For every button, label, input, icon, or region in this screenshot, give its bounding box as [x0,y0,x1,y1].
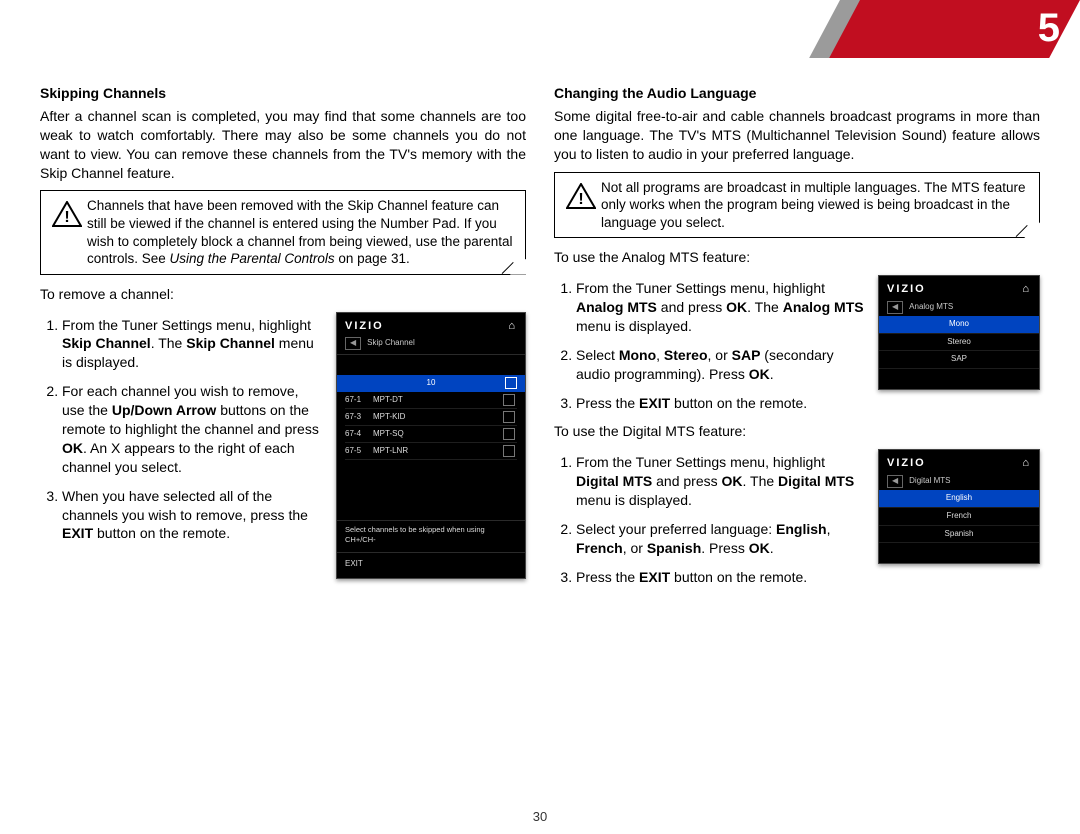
digital-row: From the Tuner Settings menu, highlight … [554,449,1040,596]
step-1: From the Tuner Settings menu, highlight … [62,316,322,373]
steps-digital: From the Tuner Settings menu, highlight … [554,453,864,586]
callout-skip: ! Channels that have been removed with t… [40,190,526,274]
tv-title: Skip Channel [367,338,415,349]
col-skipping: Skipping Channels After a channel scan i… [40,84,526,597]
heading-audio: Changing the Audio Language [554,84,1040,103]
tv-logo: VIZIO [887,456,926,471]
analog-row: From the Tuner Settings menu, highlight … [554,275,1040,422]
steps-remove: From the Tuner Settings menu, highlight … [40,316,322,544]
channel-list: 67-1MPT-DT 67-3MPT-KID 67-4MPT-SQ 67-5MP… [337,392,525,460]
home-icon: ⌂ [1022,282,1031,297]
lead-remove: To remove a channel: [40,285,526,304]
callout-text: Not all programs are broadcast in multip… [601,179,1029,232]
list-item: French [879,508,1039,526]
chapter-number: 5 [1038,6,1060,51]
page-number: 30 [0,809,1080,824]
list-item: 67-3MPT-KID [345,409,517,426]
lead-analog: To use the Analog MTS feature: [554,248,1040,267]
warning-icon: ! [561,179,601,213]
hint-text: Select channels to be skipped when using… [337,520,525,554]
tv-logo: VIZIO [887,282,926,297]
screenshot-analog-mts: VIZIO ⌂ ◀ Analog MTS Mono Stereo SAP [878,275,1040,390]
step-3: When you have selected all of the channe… [62,487,322,544]
list-item: Stereo [879,334,1039,352]
tv-title: Analog MTS [909,302,953,313]
col-audio: Changing the Audio Language Some digital… [554,84,1040,597]
list-item: English [879,490,1039,508]
highlighted-item: 10 [337,375,525,392]
list-item: Mono [879,316,1039,334]
step-2: Select Mono, Stereo, or SAP (secondary a… [576,346,864,384]
home-icon: ⌂ [508,319,517,334]
step-3: Press the EXIT button on the remote. [576,394,864,413]
callout-text: Channels that have been removed with the… [87,197,515,267]
svg-text:!: ! [64,209,69,226]
back-icon: ◀ [345,337,361,350]
step-1: From the Tuner Settings menu, highlight … [576,279,864,336]
heading-skipping: Skipping Channels [40,84,526,103]
callout-audio: ! Not all programs are broadcast in mult… [554,172,1040,239]
screenshot-skip-channel: VIZIO ⌂ ◀ Skip Channel 10 [336,312,526,580]
screenshot-digital-mts: VIZIO ⌂ ◀ Digital MTS English French Spa… [878,449,1040,564]
step-3: Press the EXIT button on the remote. [576,568,864,587]
home-icon: ⌂ [1022,456,1031,471]
tv-title: Digital MTS [909,476,950,487]
warning-icon: ! [47,197,87,231]
steps-and-shot: From the Tuner Settings menu, highlight … [40,312,526,580]
step-2: For each channel you wish to remove, use… [62,382,322,476]
list-item: SAP [879,351,1039,369]
lead-digital: To use the Digital MTS feature: [554,422,1040,441]
step-1: From the Tuner Settings menu, highlight … [576,453,864,510]
content-columns: Skipping Channels After a channel scan i… [40,84,1040,597]
list-item: Spanish [879,526,1039,544]
list-item: 67-1MPT-DT [345,392,517,409]
intro-audio: Some digital free-to-air and cable chann… [554,107,1040,164]
list-item: 67-5MPT-LNR [345,443,517,460]
back-icon: ◀ [887,301,903,314]
list-item: 67-4MPT-SQ [345,426,517,443]
exit-label: EXIT [337,553,525,578]
svg-text:!: ! [578,191,583,208]
tv-logo: VIZIO [345,319,384,334]
steps-analog: From the Tuner Settings menu, highlight … [554,279,864,412]
chapter-tab: 5 [840,0,1080,58]
page: 5 Skipping Channels After a channel scan… [0,0,1080,834]
back-icon: ◀ [887,475,903,488]
intro-skipping: After a channel scan is completed, you m… [40,107,526,183]
step-2: Select your preferred language: English,… [576,520,864,558]
